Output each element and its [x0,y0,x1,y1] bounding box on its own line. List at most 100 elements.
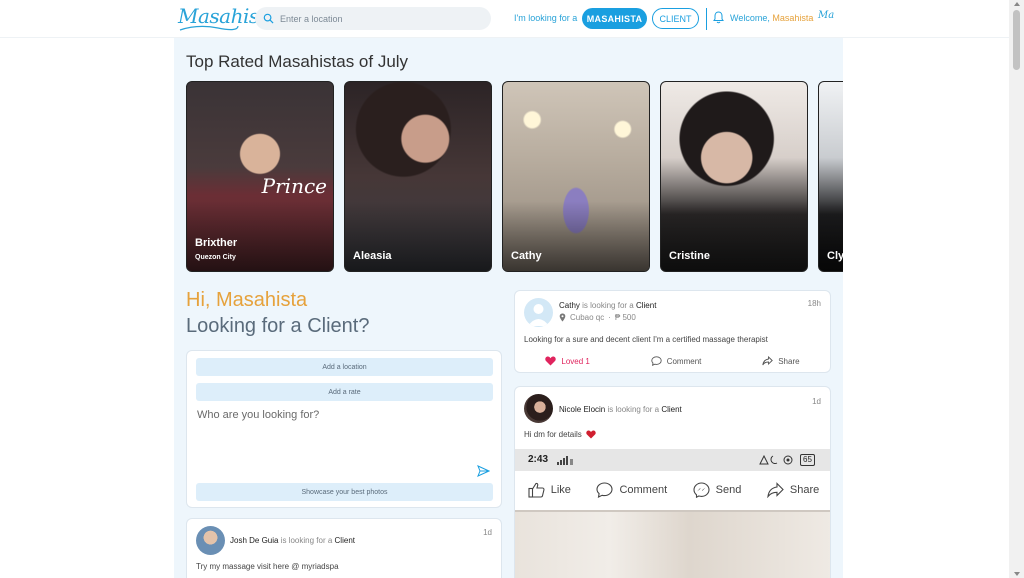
heart-icon [545,356,557,366]
embed-send: Send [693,481,742,498]
embed-comment-label: Comment [619,483,668,496]
post-body: Looking for a sure and decent client I'm… [524,335,768,344]
post-actions: Loved 1 Comment Share [515,350,830,372]
post-card-nicole: Nicole Elocin is looking for a Client 1d… [514,386,831,578]
post-target: Client [635,301,657,310]
signal-icon [557,456,573,465]
avatar[interactable] [196,526,225,555]
share-button[interactable]: Share [762,356,800,366]
post-author[interactable]: Nicole Elocin [559,405,605,414]
red-heart-icon [586,430,596,439]
comment-button[interactable]: Comment [651,356,702,366]
card-city: Quezon City [195,254,236,261]
add-rate-button[interactable]: Add a rate [196,383,493,401]
love-count: Loved 1 [561,356,590,366]
post-target: Client [661,405,682,414]
post-time: 1d [483,528,492,537]
share-arrow-icon [767,481,784,498]
post-author[interactable]: Cathy [559,301,580,310]
showcase-photos-button[interactable]: Showcase your best photos [196,483,493,501]
post-rate: ₱ 500 [614,313,636,322]
post-text-input[interactable] [197,409,477,459]
post-time: 18h [807,299,821,308]
post-card-cathy: Cathy is looking for a Client 18h Cubao … [514,290,831,373]
page-scrollbar[interactable] [1009,0,1024,578]
masahista-button[interactable]: MASAHISTA [582,8,647,29]
add-location-button[interactable]: Add a location [196,358,493,376]
card-name: Aleasia [353,250,392,262]
map-pin-icon [559,313,566,322]
post-time: 1d [812,397,821,406]
embed-like-label: Like [550,483,571,496]
bell-icon[interactable] [713,11,724,24]
embedded-actions: Like Comment Send Share [515,471,830,508]
phone-clock: 2:43 [528,454,549,465]
post-card-josh: Josh De Guia is looking for a Client 1d … [186,518,502,578]
post-author-line: Josh De Guia is looking for a Client [230,536,355,545]
looking-for-label: I'm looking for a [514,13,578,23]
scroll-down-arrow-icon[interactable] [1014,572,1020,576]
battery-indicator: 65 [800,454,815,466]
embedded-screenshot[interactable]: 2:43 65 Like Comment Send Share [515,449,830,578]
masahista-card[interactable]: Aleasia [344,81,492,272]
compose-post-box: Add a location Add a rate Showcase your … [186,350,502,508]
main-content: Top Rated Masahistas of July Prince Brix… [174,38,843,578]
embedded-photo [515,510,830,578]
masahista-card[interactable]: Cathy [502,81,650,272]
send-icon[interactable] [477,465,490,477]
card-name: Cly [827,250,843,262]
logo-swoosh-icon [179,25,239,31]
embed-share-label: Share [789,483,820,496]
post-meta: Cubao qc · ₱ 500 [559,313,636,322]
meta-separator: · [608,313,611,322]
profile-logo[interactable]: Ma [818,10,834,21]
welcome-prefix: Welcome, [730,13,770,23]
post-looking-text: is looking for a [607,405,660,414]
masahista-card[interactable]: Cly [818,81,843,272]
post-author[interactable]: Josh De Guia [230,536,278,545]
thumbs-up-icon [528,482,545,498]
header-divider [706,8,707,30]
avatar[interactable] [524,394,553,423]
default-avatar-icon [528,304,549,326]
love-button[interactable]: Loved 1 [545,356,590,366]
client-button[interactable]: CLIENT [652,8,699,29]
greeting-hi: Hi, Masahista [186,289,308,311]
embed-like: Like [528,482,571,498]
location-search-input[interactable] [280,13,480,24]
scroll-thumb[interactable] [1013,10,1020,70]
avatar[interactable] [524,298,553,327]
post-looking-text: is looking for a [582,301,634,310]
post-looking-text: is looking for a [280,536,333,545]
phone-status-bar: 2:43 65 [515,449,830,471]
post-author-line: Cathy is looking for a Client [559,301,656,310]
search-bar[interactable] [255,7,491,30]
post-body: Try my massage visit here @ myriadspa [196,562,339,571]
comment-bubble-icon [596,481,614,498]
greeting-question: Looking for a Client? [186,315,370,337]
welcome-text: Welcome, Masahista [730,13,813,23]
top-rated-title: Top Rated Masahistas of July [186,52,409,71]
card-name: Cristine [669,250,710,262]
comment-icon [651,356,662,366]
post-location: Cubao qc [570,313,605,322]
messenger-icon [693,481,710,498]
top-rated-carousel: Prince Brixther Quezon City Aleasia Cath… [186,81,843,273]
masahista-card[interactable]: Prince Brixther Quezon City [186,81,334,272]
search-icon [263,13,274,24]
welcome-username[interactable]: Masahista [772,13,813,23]
share-label: Share [778,356,800,366]
comment-label: Comment [666,356,702,366]
post-body-line: Hi dm for details [524,430,596,439]
card-name: Cathy [511,250,542,262]
post-body: Hi dm for details [524,430,582,439]
post-author-line: Nicole Elocin is looking for a Client [559,405,682,414]
status-icons [759,455,793,465]
scroll-up-arrow-icon[interactable] [1014,2,1020,6]
card-overlay-text: Prince [261,174,327,198]
post-target: Client [334,536,355,545]
masahista-card[interactable]: Cristine [660,81,808,272]
share-icon [762,356,774,366]
embed-send-label: Send [715,483,742,496]
embed-share: Share [767,481,820,498]
